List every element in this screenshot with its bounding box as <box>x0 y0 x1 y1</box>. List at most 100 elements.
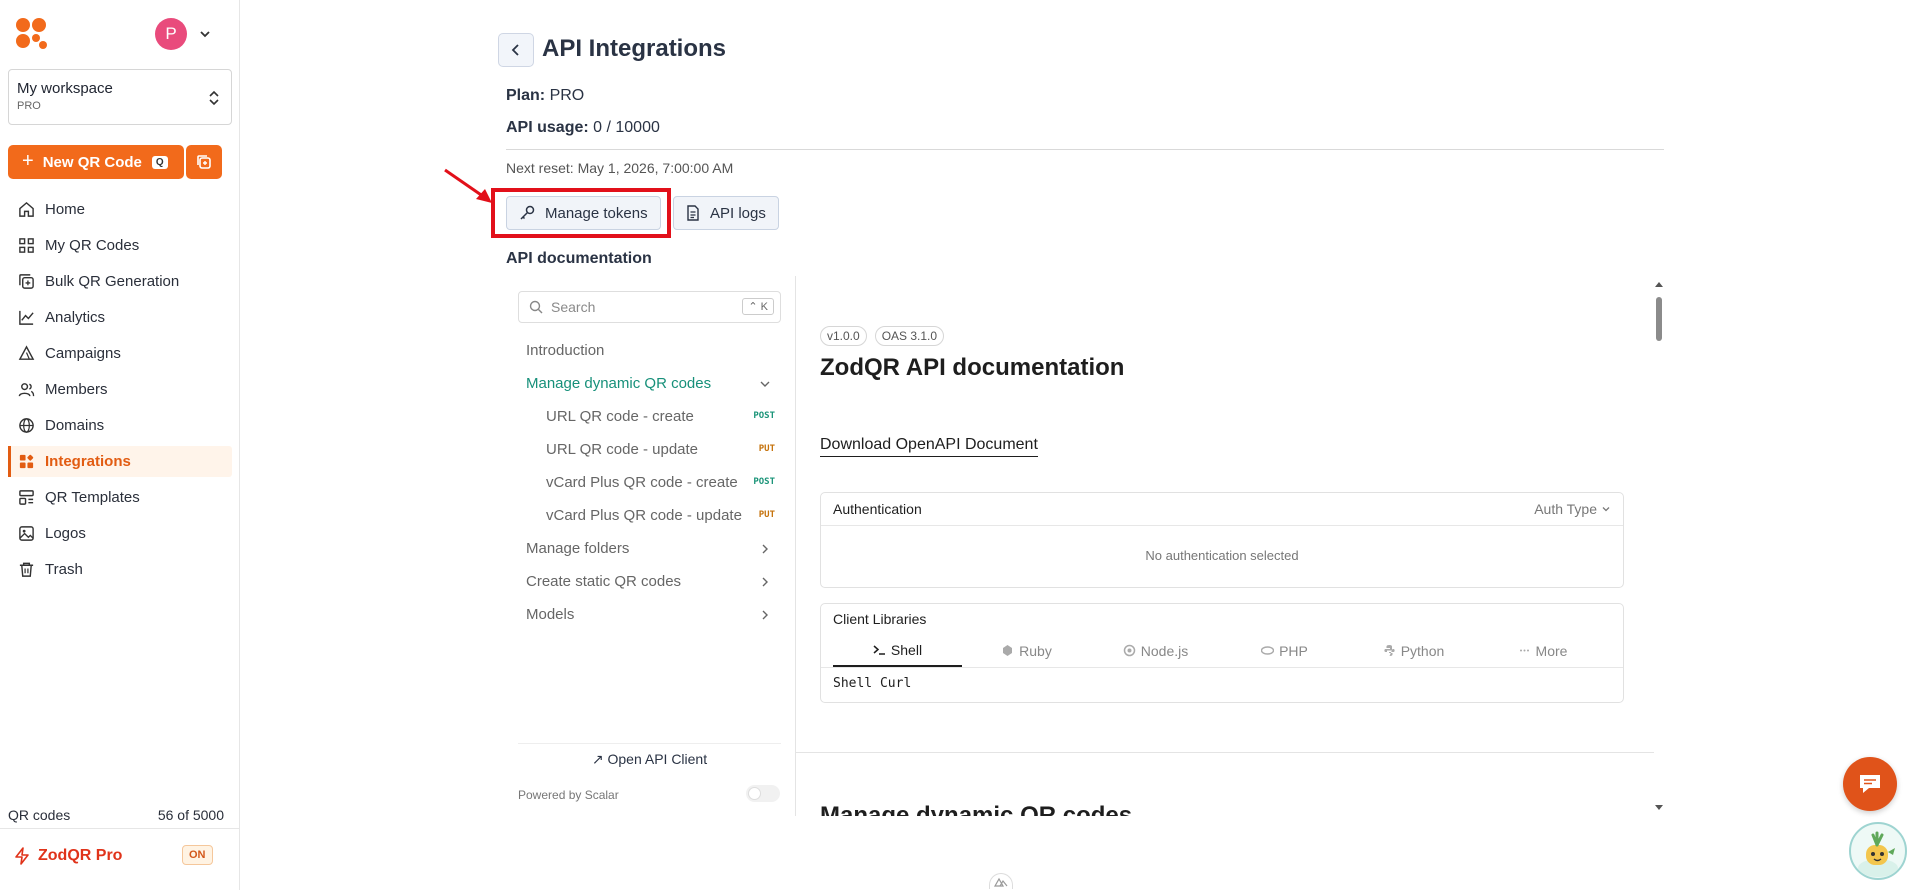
tab-label: PHP <box>1279 642 1308 659</box>
docs-nav-label: vCard Plus QR code - create <box>546 474 738 491</box>
tab-php[interactable]: PHP <box>1220 634 1349 667</box>
tab-ruby[interactable]: Ruby <box>962 634 1091 667</box>
auth-type-label: Auth Type <box>1534 501 1597 517</box>
sidebar-item-label: Domains <box>45 417 105 434</box>
docs-nav-url-update[interactable]: URL QR code - update PUT <box>546 441 781 458</box>
tab-python[interactable]: Python <box>1349 634 1478 667</box>
no-auth-text: No authentication selected <box>1145 548 1299 563</box>
tab-label: Shell <box>890 641 923 658</box>
pro-label: ZodQR Pro <box>38 847 123 864</box>
sidebar-item-label: Logos <box>45 525 86 542</box>
sun-icon <box>748 787 761 800</box>
authentication-header: Authentication Auth Type <box>821 493 1623 526</box>
new-qr-code-button[interactable]: + New QR Code Q <box>8 145 184 179</box>
pro-status-badge: ON <box>182 845 213 865</box>
sidebar-item-integrations[interactable]: Integrations <box>8 446 232 477</box>
client-libraries-panel: Client Libraries Shell Ruby Node.js PHP <box>820 603 1624 703</box>
new-qr-shortcut: Q <box>151 155 168 169</box>
post-method-badge: POST <box>753 477 775 487</box>
workspace-switcher[interactable]: My workspace PRO <box>8 69 232 125</box>
api-logs-label: API logs <box>710 204 766 222</box>
sidebar-item-label: Home <box>45 201 86 218</box>
plan-info: Plan: PRO <box>506 87 584 105</box>
search-shortcut: ⌃ K <box>742 298 774 315</box>
post-method-badge: POST <box>753 411 775 421</box>
authentication-label: Authentication <box>833 501 922 517</box>
tab-more[interactable]: More <box>1478 634 1607 667</box>
docs-nav-label: Manage folders <box>526 540 630 557</box>
docs-nav-models[interactable]: Models <box>526 606 781 623</box>
bulk-add-icon <box>19 274 34 289</box>
put-method-badge: PUT <box>758 510 775 520</box>
annotation-arrow-icon <box>444 168 492 203</box>
tab-label: Node.js <box>1140 642 1189 659</box>
docs-search-input[interactable]: Search ⌃ K <box>518 291 781 323</box>
home-icon <box>19 201 34 217</box>
scroll-thumb[interactable] <box>1656 297 1662 341</box>
search-icon <box>529 300 543 314</box>
docs-nav-create-static[interactable]: Create static QR codes <box>526 573 781 590</box>
page-title: API Integrations <box>542 35 727 62</box>
python-icon <box>1384 645 1395 656</box>
sidebar-item-qr-templates[interactable]: QR Templates <box>8 482 232 513</box>
docs-nav-manage-dynamic[interactable]: Manage dynamic QR codes <box>526 375 781 392</box>
chart-icon <box>19 310 34 325</box>
api-logs-button[interactable]: API logs <box>673 196 779 230</box>
scroll-up-arrow-icon[interactable] <box>1655 282 1663 287</box>
duplicate-qr-button[interactable] <box>186 145 222 179</box>
chevron-down-icon <box>760 381 770 387</box>
divider <box>506 149 1664 150</box>
sidebar-item-label: Members <box>45 381 108 398</box>
qr-codes-count: 56 of 5000 <box>157 807 224 823</box>
chat-button[interactable] <box>1843 757 1897 811</box>
pro-plan-link[interactable]: ZodQR Pro <box>14 847 122 865</box>
docs-nav-vcard-update[interactable]: vCard Plus QR code - update PUT <box>546 507 781 524</box>
sidebar-item-campaigns[interactable]: Campaigns <box>8 338 232 369</box>
tab-label: More <box>1535 642 1568 659</box>
docs-nav-label: vCard Plus QR code - update <box>546 507 742 524</box>
docs-nav-label: Manage dynamic QR codes <box>526 375 712 392</box>
sidebar-item-trash[interactable]: Trash <box>8 554 232 585</box>
tab-shell[interactable]: Shell <box>833 634 962 667</box>
next-reset-text: Next reset: May 1, 2026, 7:00:00 AM <box>506 160 734 176</box>
sidebar-item-members[interactable]: Members <box>8 374 232 405</box>
docs-nav-vcard-create[interactable]: vCard Plus QR code - create POST <box>546 474 781 491</box>
oas-badge: OAS 3.1.0 <box>874 326 945 346</box>
sidebar-item-logos[interactable]: Logos <box>8 518 232 549</box>
docs-nav-introduction[interactable]: Introduction <box>526 342 781 359</box>
tab-nodejs[interactable]: Node.js <box>1091 634 1220 667</box>
api-docs-frame: Search ⌃ K Introduction Manage dynamic Q… <box>506 276 1664 816</box>
chevron-right-icon <box>762 544 768 554</box>
sidebar-item-my-qr-codes[interactable]: My QR Codes <box>8 230 232 261</box>
image-icon <box>19 526 34 541</box>
plus-icon: + <box>22 149 34 172</box>
chevron-updown-icon <box>207 89 221 107</box>
scroll-down-arrow-icon[interactable] <box>1655 805 1663 810</box>
selected-client-text: Shell Curl <box>833 676 912 691</box>
sidebar-item-bulk-qr-generation[interactable]: Bulk QR Generation <box>8 266 232 297</box>
docs-scrollbar[interactable] <box>1654 282 1664 810</box>
sidebar-item-home[interactable]: Home <box>8 194 232 225</box>
usage-label: API usage: <box>506 119 589 136</box>
docs-nav-label: Create static QR codes <box>526 573 682 590</box>
sidebar-item-label: Integrations <box>45 453 131 470</box>
open-api-client-button[interactable]: ↗ Open API Client <box>518 743 781 775</box>
docs-nav-manage-folders[interactable]: Manage folders <box>526 540 781 557</box>
assistant-mascot-icon[interactable] <box>1849 822 1907 880</box>
devtools-toggle-icon[interactable] <box>989 873 1013 889</box>
sidebar-item-analytics[interactable]: Analytics <box>8 302 232 333</box>
auth-type-dropdown[interactable]: Auth Type <box>1534 501 1611 517</box>
docs-nav-url-create[interactable]: URL QR code - create POST <box>546 408 781 425</box>
docs-sidebar: Search ⌃ K Introduction Manage dynamic Q… <box>506 276 796 816</box>
download-openapi-link[interactable]: Download OpenAPI Document <box>820 436 1038 457</box>
nodejs-icon <box>1123 644 1136 657</box>
campaign-icon <box>18 345 35 360</box>
chevron-down-icon[interactable] <box>198 27 212 41</box>
back-button[interactable] <box>498 33 534 67</box>
theme-toggle[interactable] <box>746 785 780 802</box>
avatar[interactable]: P <box>155 18 187 50</box>
zodqr-logo-icon[interactable] <box>14 16 50 52</box>
sidebar-item-domains[interactable]: Domains <box>8 410 232 441</box>
docs-content: v1.0.0 OAS 3.1.0 ZodQR API documentation… <box>796 276 1654 816</box>
php-icon <box>1261 646 1275 655</box>
